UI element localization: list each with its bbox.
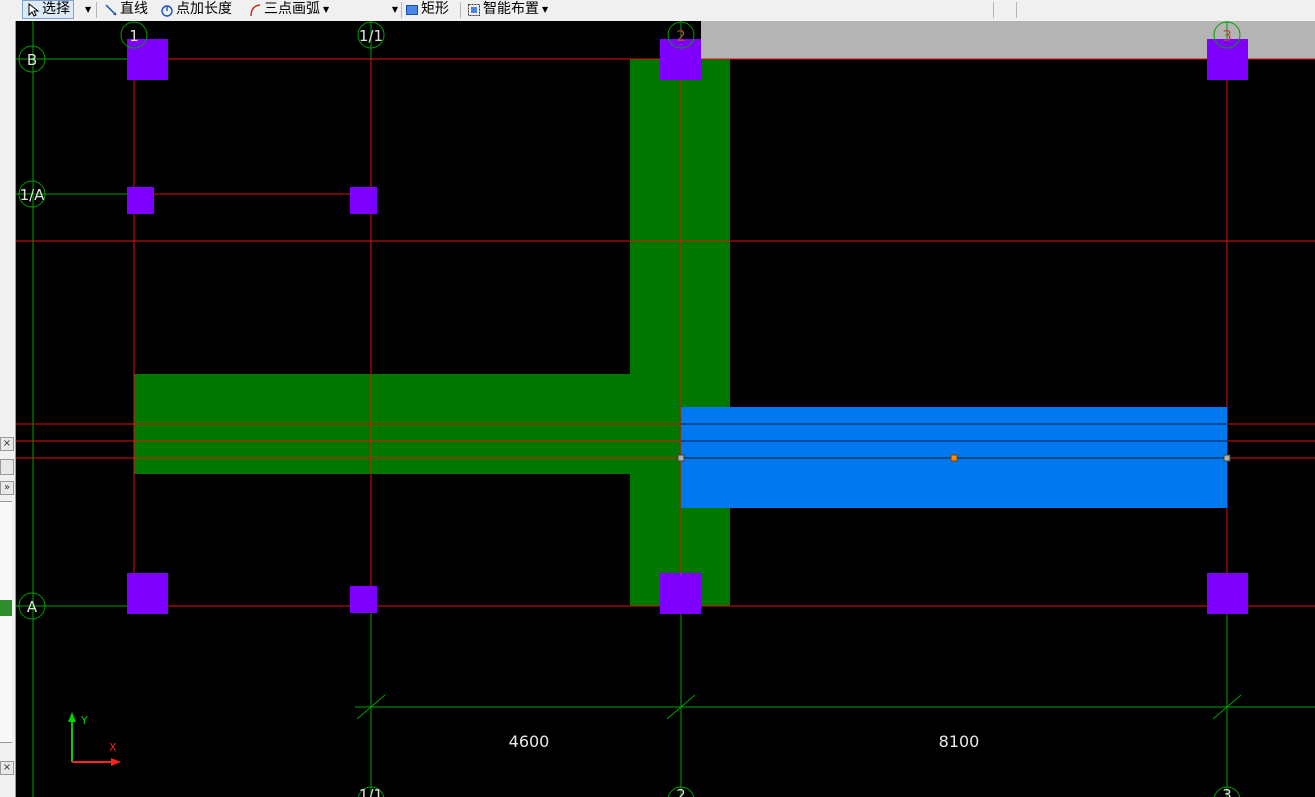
axis-label-3: 3 bbox=[1222, 27, 1232, 45]
axis-label-1A: 1/A bbox=[20, 186, 46, 204]
axis-label-1-1-bottom: 1/1 bbox=[359, 786, 383, 797]
chevron-down-icon: ▼ bbox=[542, 5, 549, 14]
axis-label-1-1: 1/1 bbox=[359, 27, 383, 45]
ucs-icon: Y X bbox=[68, 712, 121, 766]
toolbar-separator bbox=[96, 2, 97, 18]
column-1-1A[interactable] bbox=[127, 187, 154, 214]
toolbar-separator bbox=[1016, 2, 1017, 18]
ucs-y-label: Y bbox=[80, 714, 88, 727]
chevron-down-icon: ▼ bbox=[323, 5, 330, 14]
drawing-toolbar: 选择 ▼ 直线 点加长度 三点画弧 ▼ ▼ 矩形 智能布置 ▼ bbox=[0, 0, 1315, 22]
arc-icon bbox=[248, 3, 262, 17]
column-3-B[interactable] bbox=[1207, 39, 1248, 80]
point-length-icon bbox=[160, 3, 174, 17]
selected-row-marker bbox=[0, 600, 12, 616]
rectangle-label: 矩形 bbox=[421, 1, 449, 17]
smart-layout-button[interactable]: 智能布置 ▼ bbox=[467, 0, 548, 19]
select-dropdown-arrow[interactable]: ▼ bbox=[82, 0, 91, 19]
toolbar-separator bbox=[401, 2, 402, 18]
arc-label: 三点画弧 bbox=[264, 1, 320, 17]
dimension-text-4600: 4600 bbox=[509, 732, 550, 751]
chevron-down-icon: ▼ bbox=[85, 5, 92, 14]
axis-label-2-bottom: 2 bbox=[676, 786, 686, 797]
dimension-text-8100: 8100 bbox=[939, 732, 980, 751]
grip-start[interactable] bbox=[677, 454, 685, 462]
grip-mid[interactable] bbox=[950, 454, 958, 462]
plan-drawing: 1 1/1 2 3 B 1/A A 1/1 2 3 4600 8100 Y X bbox=[16, 21, 1315, 797]
column-1-A[interactable] bbox=[127, 573, 168, 614]
point-length-label: 点加长度 bbox=[176, 1, 232, 17]
select-label: 选择 bbox=[42, 1, 70, 17]
three-point-arc-button[interactable]: 三点画弧 ▼ bbox=[248, 0, 329, 19]
axis-label-A: A bbox=[27, 598, 38, 616]
smart-layout-label: 智能布置 bbox=[483, 1, 539, 17]
expand-icon[interactable]: » bbox=[0, 481, 14, 495]
close-icon[interactable]: × bbox=[0, 437, 14, 451]
axis-label-2: 2 bbox=[676, 27, 686, 45]
column-2-A[interactable] bbox=[660, 573, 701, 614]
grip-end[interactable] bbox=[1223, 454, 1231, 462]
line-label: 直线 bbox=[120, 1, 148, 17]
close-icon[interactable]: × bbox=[0, 761, 14, 775]
toolbar-separator bbox=[460, 2, 461, 18]
ucs-x-label: X bbox=[109, 741, 117, 754]
column-1-1-1A[interactable] bbox=[350, 187, 377, 214]
rectangle-icon bbox=[405, 3, 419, 17]
column-3-A[interactable] bbox=[1207, 573, 1248, 614]
drawing-canvas[interactable]: 1 1/1 2 3 B 1/A A 1/1 2 3 4600 8100 Y X bbox=[16, 21, 1315, 797]
column-1-B[interactable] bbox=[127, 39, 168, 80]
axis-label-3-bottom: 3 bbox=[1222, 786, 1232, 797]
axis-label-B: B bbox=[27, 51, 37, 69]
left-dock-panel: × » × bbox=[0, 21, 16, 797]
chevron-down-icon: ▼ bbox=[391, 5, 398, 14]
axis-label-1: 1 bbox=[129, 27, 139, 45]
line-button[interactable]: 直线 bbox=[104, 0, 148, 19]
panel-toggle-button[interactable] bbox=[0, 459, 14, 475]
wall-vertical[interactable] bbox=[630, 59, 730, 606]
rectangle-button[interactable]: 矩形 bbox=[405, 0, 449, 19]
arc-options-dropdown[interactable]: ▼ bbox=[344, 0, 398, 19]
select-button[interactable]: 选择 bbox=[22, 0, 74, 19]
column-2-B[interactable] bbox=[660, 39, 701, 80]
column-1-1-A[interactable] bbox=[350, 586, 377, 613]
collapsed-property-list[interactable] bbox=[0, 501, 12, 743]
smart-layout-icon bbox=[467, 3, 481, 17]
line-icon bbox=[104, 3, 118, 17]
toolbar-separator bbox=[993, 2, 994, 18]
point-length-button[interactable]: 点加长度 bbox=[160, 0, 232, 19]
cursor-arrow-icon bbox=[26, 2, 40, 17]
